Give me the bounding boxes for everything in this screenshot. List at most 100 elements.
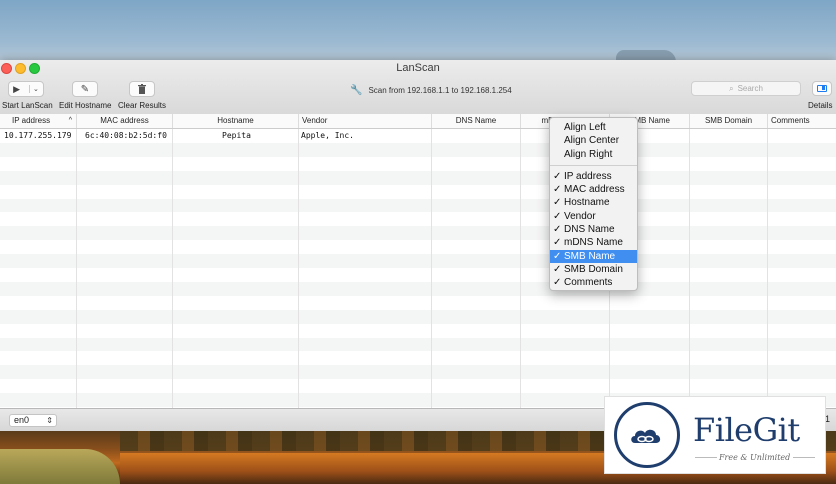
menu-item-smb-name[interactable]: ✓ SMB Name bbox=[550, 249, 637, 263]
grass-bank bbox=[0, 449, 120, 484]
column-header-label: IP address bbox=[12, 116, 51, 125]
play-icon: ▶ bbox=[13, 83, 21, 94]
table-row-empty bbox=[0, 185, 836, 199]
cell-vendor: Apple, Inc. bbox=[301, 131, 354, 140]
search-icon: ⌕ bbox=[729, 83, 734, 93]
table-row-empty bbox=[0, 379, 836, 393]
menu-item-hostname[interactable]: ✓ Hostname bbox=[550, 196, 637, 209]
pencil-icon: ✎ bbox=[80, 83, 90, 95]
table-row-empty bbox=[0, 254, 836, 268]
table-row-empty bbox=[0, 198, 836, 213]
column-divider bbox=[172, 129, 173, 408]
details-label: Details bbox=[808, 101, 833, 110]
menu-item-align-right[interactable]: Align Right bbox=[550, 148, 637, 161]
column-header-comments[interactable]: Comments bbox=[768, 114, 836, 128]
edit-hostname-label: Edit Hostname bbox=[59, 101, 112, 110]
checkmark-icon: ✓ bbox=[553, 277, 562, 289]
interface-value: en0 bbox=[14, 415, 30, 425]
checkmark-icon: ✓ bbox=[553, 210, 562, 222]
menu-separator bbox=[550, 164, 637, 166]
column-header-vendor[interactable]: Vendor bbox=[299, 114, 432, 128]
checkmark-icon: ✓ bbox=[553, 250, 562, 262]
table-row-empty bbox=[0, 324, 836, 338]
table-row-empty bbox=[0, 212, 836, 226]
column-divider bbox=[520, 129, 521, 408]
menu-item-label: Vendor bbox=[564, 210, 596, 222]
toolbar: LanScan ▶ ⌄ Start LanScan ✎ Edit Hostnam… bbox=[0, 60, 836, 115]
clear-results-label: Clear Results bbox=[118, 101, 167, 110]
column-header-mac[interactable]: MAC address bbox=[77, 114, 173, 128]
divider bbox=[793, 457, 815, 458]
table-row-empty bbox=[0, 170, 836, 185]
clear-results-button[interactable] bbox=[129, 81, 155, 97]
menu-item-dns-name[interactable]: ✓ DNS Name bbox=[550, 223, 637, 236]
lanscan-window: LanScan ▶ ⌄ Start LanScan ✎ Edit Hostnam… bbox=[0, 60, 836, 431]
scan-status: 🔧 Scan from 192.168.1.1 to 192.168.1.254 bbox=[350, 85, 512, 96]
table-row-empty bbox=[0, 268, 836, 282]
wrench-icon: 🔧 bbox=[350, 85, 363, 96]
column-header-ip[interactable]: IP address ^ bbox=[0, 114, 77, 128]
menu-item-label: MAC address bbox=[564, 184, 625, 196]
sort-ascending-icon: ^ bbox=[68, 117, 72, 124]
menu-item-label: SMB Domain bbox=[564, 263, 623, 275]
menu-item-label: Hostname bbox=[564, 197, 610, 209]
menu-item-align-center[interactable]: Align Center bbox=[550, 134, 637, 147]
menu-item-vendor[interactable]: ✓ Vendor bbox=[550, 210, 637, 223]
search-placeholder: Search bbox=[737, 84, 763, 93]
watermark-tagline: Free & Unlimited bbox=[719, 453, 791, 462]
table-row-empty bbox=[0, 337, 836, 352]
edit-hostname-button[interactable]: ✎ bbox=[72, 81, 98, 97]
table-row[interactable]: 10.177.255.179 6c:40:08:b2:5d:f0 Pepita … bbox=[0, 129, 836, 143]
window-title: LanScan bbox=[396, 62, 440, 74]
menu-item-ip-address[interactable]: ✓ IP address bbox=[550, 170, 637, 183]
menu-item-label: IP address bbox=[564, 170, 612, 182]
table-row-empty bbox=[0, 157, 836, 171]
column-divider bbox=[767, 129, 768, 408]
chevron-down-icon[interactable]: ⌄ bbox=[29, 85, 39, 93]
search-input[interactable]: ⌕ Search bbox=[691, 81, 801, 96]
details-toggle-button[interactable] bbox=[812, 81, 832, 96]
menu-item-mdns-name[interactable]: ✓ mDNS Name bbox=[550, 236, 637, 249]
table-row-empty bbox=[0, 240, 836, 254]
cell-mac: 6c:40:08:b2:5d:f0 bbox=[85, 131, 167, 140]
table-row-empty bbox=[0, 309, 836, 324]
sidebar-icon bbox=[817, 85, 827, 92]
menu-item-mac-address[interactable]: ✓ MAC address bbox=[550, 183, 637, 196]
menu-item-label: DNS Name bbox=[564, 224, 615, 236]
filegit-logo bbox=[614, 402, 680, 468]
table-row-empty bbox=[0, 226, 836, 241]
column-header-smb-domain[interactable]: SMB Domain bbox=[690, 114, 768, 128]
checkmark-icon: ✓ bbox=[553, 224, 562, 236]
checkmark-icon: ✓ bbox=[553, 197, 562, 209]
checkmark-icon: ✓ bbox=[553, 237, 562, 249]
menu-item-label: SMB Name bbox=[564, 250, 616, 262]
table-row-empty bbox=[0, 281, 836, 296]
table-header: IP address ^ MAC address Hostname Vendor… bbox=[0, 114, 836, 129]
interface-select[interactable]: en0 ⇕ bbox=[9, 414, 57, 427]
trash-icon bbox=[138, 84, 146, 94]
cell-hostname: Pepita bbox=[222, 131, 251, 140]
table-row-empty bbox=[0, 296, 836, 310]
start-scan-button[interactable]: ▶ ⌄ bbox=[8, 81, 44, 97]
scan-range-text: Scan from 192.168.1.1 to 192.168.1.254 bbox=[368, 86, 512, 95]
filegit-watermark: FileGit Free & Unlimited bbox=[604, 396, 826, 474]
column-divider bbox=[76, 129, 77, 408]
menu-item-smb-domain[interactable]: ✓ SMB Domain bbox=[550, 263, 637, 276]
divider bbox=[695, 457, 717, 458]
cloud-link-icon bbox=[631, 429, 661, 443]
table-row-empty bbox=[0, 351, 836, 365]
results-table: 10.177.255.179 6c:40:08:b2:5d:f0 Pepita … bbox=[0, 129, 836, 408]
menu-item-align-left[interactable]: Align Left bbox=[550, 121, 637, 134]
column-header-hostname[interactable]: Hostname bbox=[173, 114, 299, 128]
desktop-wallpaper-top bbox=[0, 0, 836, 62]
menu-item-comments[interactable]: ✓ Comments bbox=[550, 276, 637, 289]
start-scan-label: Start LanScan bbox=[2, 101, 53, 110]
column-divider bbox=[431, 129, 432, 408]
checkmark-icon: ✓ bbox=[553, 263, 562, 275]
table-row-empty bbox=[0, 142, 836, 157]
menu-item-label: mDNS Name bbox=[564, 237, 623, 249]
cell-ip: 10.177.255.179 bbox=[4, 131, 72, 140]
updown-chevron-icon: ⇕ bbox=[46, 416, 53, 425]
watermark-brand: FileGit bbox=[693, 411, 800, 449]
column-header-dns[interactable]: DNS Name bbox=[432, 114, 521, 128]
